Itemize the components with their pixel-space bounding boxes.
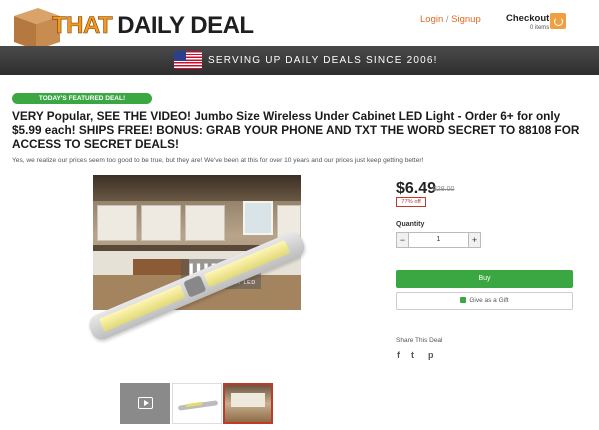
cart-count: 0 items: [529, 25, 550, 31]
tagline-banner: SERVING UP DAILY DEALS SINCE 2006!: [0, 46, 599, 75]
facebook-icon[interactable]: f: [397, 350, 400, 360]
buy-button[interactable]: Buy: [396, 270, 573, 288]
current-price: $6.49: [396, 180, 437, 197]
play-icon: [138, 397, 153, 409]
login-link[interactable]: Login: [420, 14, 443, 25]
featured-deal-badge: TODAY'S FEATURED DEAL!: [12, 93, 152, 104]
signup-link[interactable]: Signup: [451, 14, 481, 25]
kitchen-cabinet: [185, 205, 225, 241]
gift-label: Give as a Gift: [469, 297, 509, 304]
share-label: Share This Deal: [396, 337, 443, 344]
cart-icon[interactable]: [550, 13, 566, 29]
quantity-stepper: − 1 +: [396, 232, 481, 248]
kitchen-cabinet: [141, 205, 181, 241]
site-header: THAT DAILY DEAL Login / Signup Checkout 0…: [0, 0, 599, 50]
led-switch: [183, 275, 207, 298]
checkout-label: Checkout: [506, 13, 550, 24]
pinterest-icon[interactable]: p: [428, 350, 434, 360]
deal-subtitle: Yes, we realize our prices seem too good…: [12, 157, 424, 164]
gift-button[interactable]: Give as a Gift: [396, 292, 573, 310]
quantity-input[interactable]: 1: [409, 233, 468, 247]
logo-deal-text: DAILY DEAL: [117, 12, 254, 39]
tagline-text: SERVING UP DAILY DEALS SINCE 2006!: [208, 55, 438, 66]
login-separator: /: [445, 14, 449, 25]
kitchen-window: [243, 201, 273, 235]
thumb-cabinets: [231, 393, 265, 407]
thumbnail-product[interactable]: [172, 383, 222, 424]
quantity-decrease-button[interactable]: −: [397, 233, 409, 247]
gift-icon: [460, 297, 467, 303]
us-flag-icon: [174, 51, 202, 69]
quantity-label: Quantity: [396, 221, 425, 228]
login-signup: Login / Signup: [420, 14, 481, 25]
kitchen-cabinet: [97, 205, 137, 241]
checkout-link[interactable]: Checkout 0 items: [506, 13, 549, 31]
twitter-icon[interactable]: t: [411, 350, 414, 360]
thumbnail-kitchen[interactable]: [223, 383, 273, 424]
quantity-increase-button[interactable]: +: [468, 233, 480, 247]
thumbnail-video[interactable]: [120, 383, 170, 424]
logo-that-text: THAT: [52, 12, 113, 40]
site-logo[interactable]: THAT DAILY DEAL: [52, 12, 254, 40]
kitchen-ceiling: [93, 175, 301, 201]
original-price: $28.00: [433, 186, 455, 193]
deal-title: VERY Popular, SEE THE VIDEO! Jumbo Size …: [12, 109, 580, 151]
discount-badge: 77% off: [396, 197, 426, 207]
